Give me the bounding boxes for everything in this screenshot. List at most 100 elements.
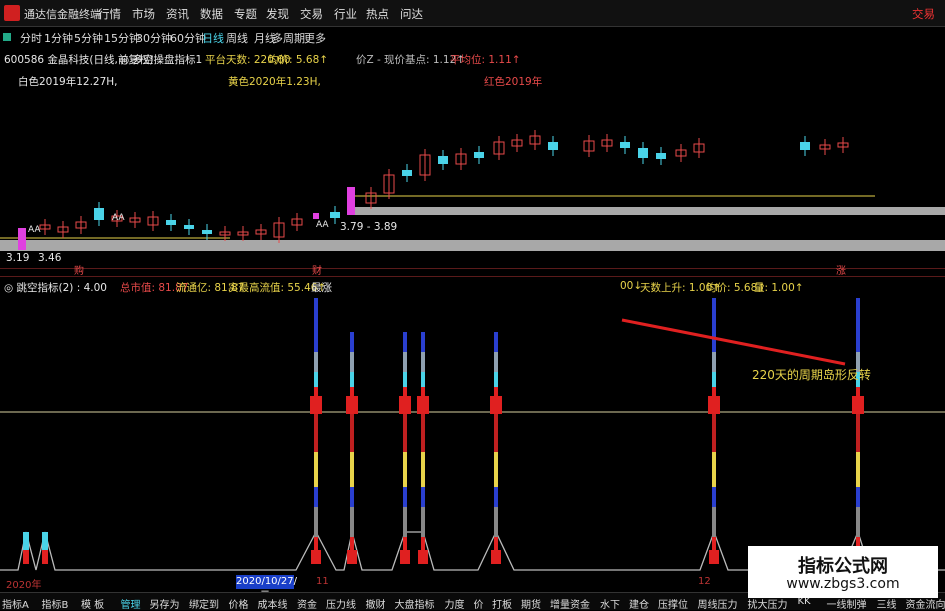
base-marker bbox=[418, 550, 428, 564]
period-tab[interactable]: 5分钟 bbox=[74, 30, 103, 46]
aa-label-3: AA bbox=[316, 220, 329, 230]
divider-line-1 bbox=[0, 268, 945, 269]
menu-item[interactable]: 热点 bbox=[366, 6, 389, 22]
low-label-2: 3.46 bbox=[38, 252, 61, 264]
menu-item[interactable]: 数据 bbox=[200, 6, 223, 22]
bar-segment bbox=[494, 452, 498, 487]
period-toggle-icon[interactable] bbox=[3, 33, 11, 41]
divider-label-left: 购 bbox=[74, 262, 84, 277]
gap-marker bbox=[490, 396, 502, 414]
bar-segment bbox=[712, 487, 716, 507]
marker-magenta-1 bbox=[18, 228, 26, 250]
bar-small-base bbox=[23, 550, 29, 564]
bar-segment bbox=[403, 387, 407, 397]
date-month-12: 12 bbox=[698, 576, 711, 587]
bar-segment bbox=[421, 332, 425, 352]
marker-magenta-2 bbox=[347, 187, 355, 215]
period-tab[interactable]: 多周期 bbox=[272, 30, 305, 46]
period-tab[interactable]: 日线 bbox=[202, 30, 224, 46]
bar-segment bbox=[494, 372, 498, 387]
menu-item[interactable]: 市场 bbox=[132, 6, 155, 22]
candle bbox=[184, 225, 194, 229]
bar-segment bbox=[350, 487, 354, 507]
bar-segment bbox=[856, 507, 860, 537]
bar-segment bbox=[314, 452, 318, 487]
gap-marker bbox=[310, 396, 322, 414]
trade-button[interactable]: 交易 bbox=[912, 6, 935, 22]
menu-item[interactable]: 资讯 bbox=[166, 6, 189, 22]
period-tab[interactable]: 周线 bbox=[226, 30, 248, 46]
base-marker bbox=[491, 550, 501, 564]
range-label: 3.79 - 3.89 bbox=[340, 221, 397, 233]
watermark-url: www.zbgs3.com bbox=[748, 576, 938, 592]
period-tab[interactable]: 1分钟 bbox=[44, 30, 73, 46]
menu-item[interactable]: 行情 bbox=[98, 6, 121, 22]
period-tab[interactable]: 分时 bbox=[20, 30, 42, 46]
period-bar: 分时1分钟5分钟15分钟30分钟60分钟日线周线月线多周期更多 bbox=[0, 27, 540, 47]
bar-segment bbox=[494, 507, 498, 537]
bar-segment bbox=[421, 487, 425, 507]
period-tab[interactable]: 更多 bbox=[304, 30, 326, 46]
bar-segment bbox=[350, 332, 354, 352]
watermark-title: 指标公式网 bbox=[748, 552, 938, 578]
gap-marker bbox=[346, 396, 358, 414]
date-month-11: 11 bbox=[316, 576, 329, 587]
bar-segment bbox=[712, 372, 716, 387]
avg-price: 均价: 5.68↑ bbox=[268, 52, 328, 67]
yellow-note: 黄色2020年1.23H, bbox=[228, 74, 321, 89]
gap-indicator-chart[interactable] bbox=[0, 292, 945, 577]
date-start: 2020年 bbox=[6, 576, 41, 591]
menu-item[interactable]: 专题 bbox=[234, 6, 257, 22]
aa-label-2: AA bbox=[112, 213, 125, 223]
gap-marker bbox=[708, 396, 720, 414]
base-marker bbox=[400, 550, 410, 564]
bar-segment bbox=[856, 487, 860, 507]
r-zero: 00↓ bbox=[620, 280, 642, 292]
bar-segment bbox=[403, 352, 407, 372]
candle bbox=[402, 170, 412, 176]
divider-label-mid: 财 bbox=[312, 262, 322, 277]
bar-segment bbox=[314, 352, 318, 372]
candle bbox=[330, 212, 340, 218]
bar-segment bbox=[350, 452, 354, 487]
app-logo-icon bbox=[4, 5, 20, 21]
bar-segment bbox=[421, 452, 425, 487]
bar-small-base bbox=[42, 550, 48, 564]
base-marker bbox=[347, 550, 357, 564]
menu-item[interactable]: 发现 bbox=[266, 6, 289, 22]
candle bbox=[438, 156, 448, 164]
period-tab[interactable]: 30分钟 bbox=[136, 30, 172, 46]
menu-item[interactable]: 行业 bbox=[334, 6, 357, 22]
app-title: 通达信金融终端 bbox=[24, 6, 101, 22]
bar-segment bbox=[494, 487, 498, 507]
bar-segment bbox=[403, 452, 407, 487]
watermark: 指标公式网 www.zbgs3.com bbox=[748, 546, 938, 598]
bar-segment bbox=[350, 352, 354, 372]
bar-segment bbox=[403, 487, 407, 507]
gap-marker bbox=[417, 396, 429, 414]
marker-magenta-3 bbox=[313, 213, 319, 219]
date-cursor: 2020/10/27/二 bbox=[236, 575, 294, 589]
bar-segment bbox=[403, 507, 407, 537]
indicator-title[interactable]: ◎ 多空操盘指标1 bbox=[120, 52, 202, 67]
kline-chart[interactable] bbox=[0, 90, 945, 270]
support-band-upper bbox=[350, 207, 945, 215]
divider-label-right: 涨 bbox=[836, 262, 846, 277]
menu-item[interactable]: 交易 bbox=[300, 6, 323, 22]
bar-segment bbox=[712, 298, 716, 352]
period-tab[interactable]: 60分钟 bbox=[170, 30, 206, 46]
bar-segment bbox=[494, 387, 498, 397]
candle bbox=[166, 220, 176, 225]
red-note: 红色2019年 bbox=[484, 74, 542, 89]
bar-segment bbox=[712, 507, 716, 537]
white-note: 白色2019年12.27H, bbox=[18, 74, 118, 89]
period-tab[interactable]: 15分钟 bbox=[104, 30, 140, 46]
gap-marker bbox=[852, 396, 864, 414]
bar-segment bbox=[314, 372, 318, 387]
price-z: 价Z - bbox=[356, 52, 381, 67]
menu-item[interactable]: 问达 bbox=[400, 6, 423, 22]
bar-segment bbox=[712, 452, 716, 487]
base-marker bbox=[709, 550, 719, 564]
bar-segment bbox=[494, 352, 498, 372]
bar-segment bbox=[314, 387, 318, 397]
